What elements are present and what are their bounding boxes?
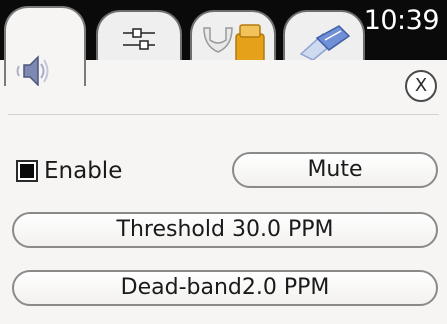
sliders-icon — [120, 24, 158, 54]
deadband-button[interactable]: Dead-band2.0 PPM — [12, 270, 438, 306]
enable-checkbox[interactable] — [16, 160, 38, 182]
speaker-icon — [12, 50, 54, 86]
enable-label: Enable — [44, 158, 123, 184]
checkbox-check-mark — [20, 164, 34, 178]
mute-button[interactable]: Mute — [232, 152, 438, 188]
divider — [8, 114, 439, 115]
tools-icon — [200, 22, 272, 63]
tab-bar: 10:39 — [0, 0, 447, 86]
close-button[interactable]: X — [405, 70, 437, 102]
enable-checkbox-row[interactable]: Enable — [16, 153, 122, 189]
threshold-button[interactable]: Threshold 30.0 PPM — [12, 212, 438, 248]
comm-icon — [295, 20, 357, 62]
tab-audio[interactable] — [4, 6, 86, 86]
screen: 10:39 X Enable Mute Threshold 30.0 PPM D… — [0, 0, 447, 324]
clock: 10:39 — [363, 5, 440, 36]
